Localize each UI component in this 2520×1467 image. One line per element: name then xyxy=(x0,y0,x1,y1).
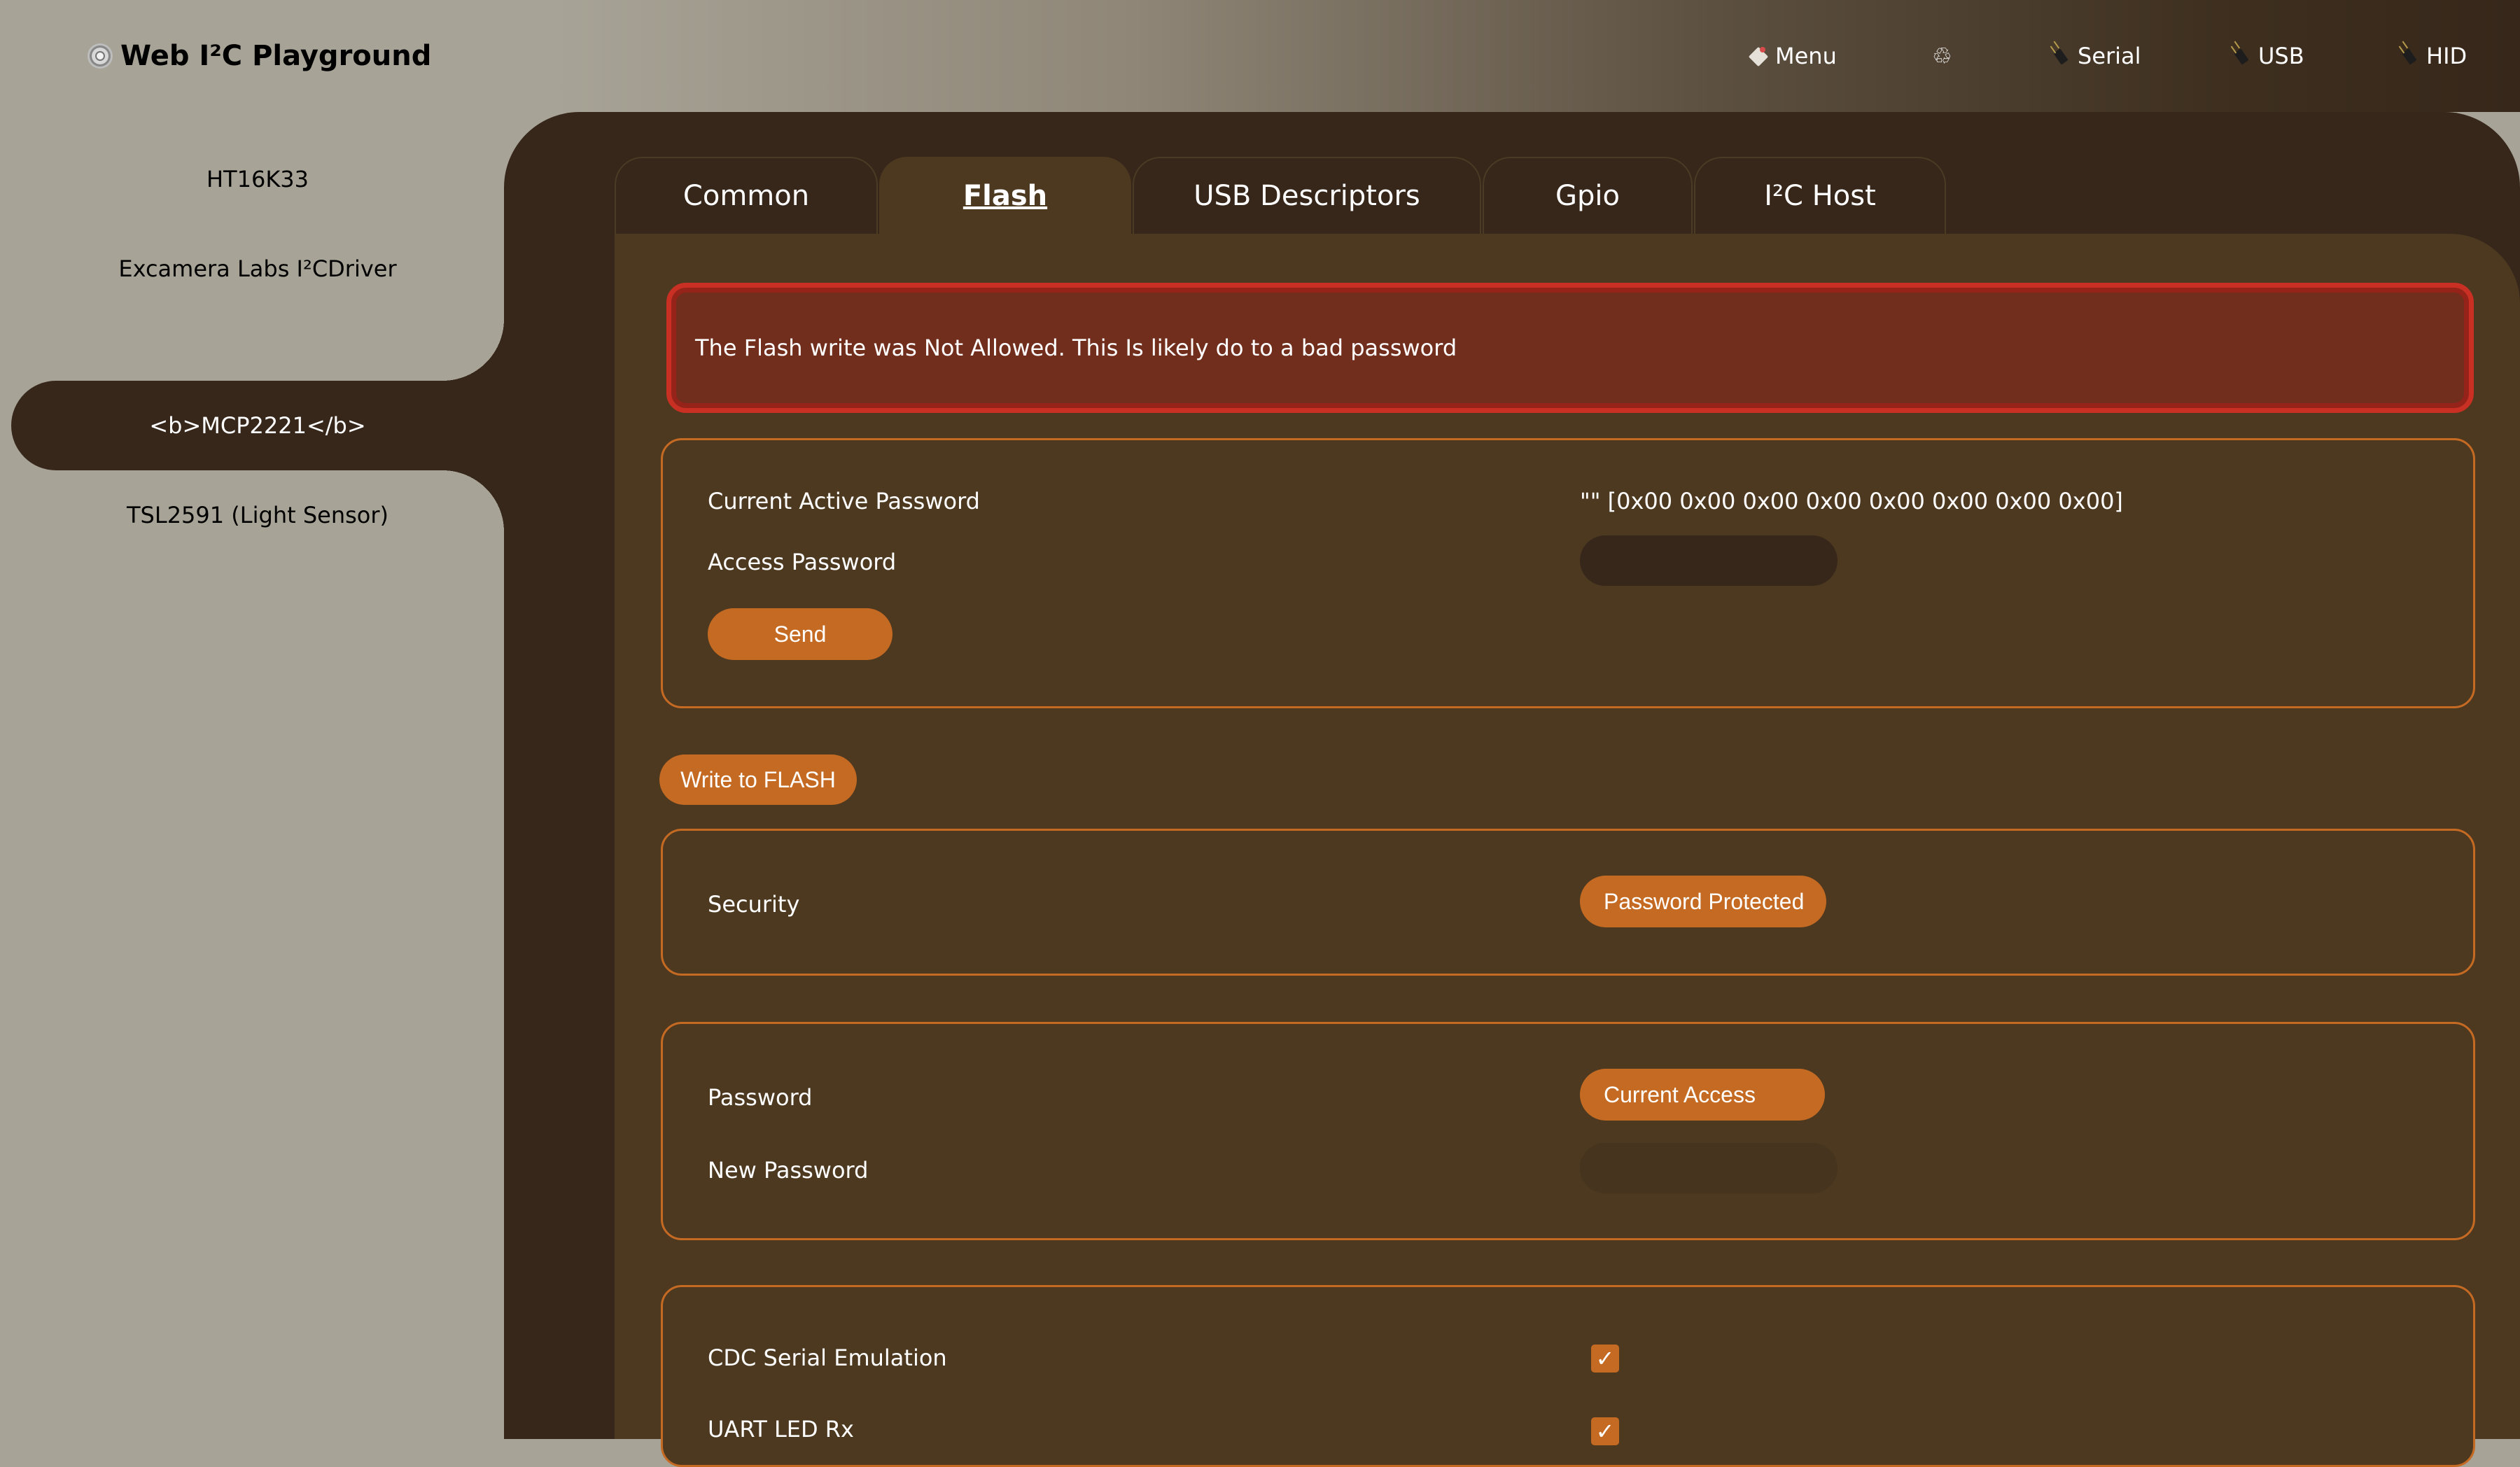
tab-usb-descriptors[interactable]: USB Descriptors xyxy=(1133,157,1481,234)
nav-menu-label: Menu xyxy=(1775,43,1837,69)
sidebar-item-label: TSL2591 (Light Sensor) xyxy=(127,502,388,528)
nav-usb-label: USB xyxy=(2258,43,2304,69)
password-card: Password Current Access New Password xyxy=(661,1022,2475,1240)
tab-bar: Common Flash USB Descriptors Gpio I²C Ho… xyxy=(615,157,1947,234)
security-label: Security xyxy=(708,891,800,918)
tab-gpio[interactable]: Gpio xyxy=(1483,157,1693,234)
sidebar-item-label: <b>MCP2221</b> xyxy=(149,412,366,439)
tab-label: USB Descriptors xyxy=(1194,180,1420,212)
menu-icon xyxy=(1750,45,1768,66)
cdc-serial-checkbox[interactable]: ✓ xyxy=(1591,1345,1619,1373)
new-password-label: New Password xyxy=(708,1157,869,1184)
nav-hid-label: HID xyxy=(2426,43,2468,69)
recycle-icon: ♲ xyxy=(1932,43,1952,69)
options-card: CDC Serial Emulation ✓ UART LED Rx ✓ xyxy=(661,1285,2475,1467)
nav-serial-label: Serial xyxy=(2078,43,2141,69)
app-brand[interactable]: Web I²C Playground xyxy=(90,36,431,76)
tab-label: Flash xyxy=(962,180,1048,212)
sidebar-item-mcp2221[interactable]: <b>MCP2221</b> xyxy=(11,381,504,470)
new-password-input[interactable] xyxy=(1580,1143,1837,1193)
sidebar-item-i2cdriver[interactable]: Excamera Labs I²CDriver xyxy=(11,224,504,314)
plug-icon xyxy=(2401,45,2419,66)
nav-serial[interactable]: Serial xyxy=(2052,36,2141,76)
error-alert: The Flash write was Not Allowed. This Is… xyxy=(666,283,2474,413)
tab-i2c-host[interactable]: I²C Host xyxy=(1694,157,1946,234)
tab-label: Common xyxy=(682,180,810,212)
sidebar-item-label: HT16K33 xyxy=(206,166,309,192)
access-password-card: Current Active Password "" [0x00 0x00 0x… xyxy=(661,438,2475,708)
access-password-input[interactable] xyxy=(1580,535,1837,586)
option-label: CDC Serial Emulation xyxy=(708,1345,947,1371)
security-select[interactable]: Password Protected xyxy=(1580,876,1826,927)
option-label: UART LED Rx xyxy=(708,1416,854,1443)
checkmark-icon: ✓ xyxy=(1595,1418,1615,1445)
nav-menu[interactable]: Menu xyxy=(1750,36,1837,76)
sidebar: HT16K33 Excamera Labs I²CDriver <b>MCP22… xyxy=(0,112,504,1439)
tab-label: Gpio xyxy=(1555,180,1620,212)
plug-icon xyxy=(2052,45,2071,66)
tab-label: I²C Host xyxy=(1764,180,1876,212)
plug-icon xyxy=(2233,45,2251,66)
app-title: Web I²C Playground xyxy=(120,40,432,72)
nav-hid[interactable]: HID xyxy=(2401,36,2467,76)
current-password-label: Current Active Password xyxy=(708,488,980,514)
sidebar-item-label: Excamera Labs I²CDriver xyxy=(118,255,397,282)
nav-usb[interactable]: USB xyxy=(2233,36,2304,76)
tab-common[interactable]: Common xyxy=(615,157,878,234)
current-password-value: "" [0x00 0x00 0x00 0x00 0x00 0x00 0x00 0… xyxy=(1580,488,2123,514)
password-mode-select[interactable]: Current Access xyxy=(1580,1069,1825,1121)
alert-message: The Flash write was Not Allowed. This Is… xyxy=(695,335,1457,361)
password-label: Password xyxy=(708,1084,813,1111)
sidebar-item-tsl2591[interactable]: TSL2591 (Light Sensor) xyxy=(11,470,504,560)
checkmark-icon: ✓ xyxy=(1595,1345,1615,1372)
send-button[interactable]: Send xyxy=(708,608,892,660)
gear-icon xyxy=(90,45,111,66)
sidebar-item-ht16k33[interactable]: HT16K33 xyxy=(11,134,504,224)
tab-flash[interactable]: Flash xyxy=(879,157,1131,234)
uart-led-rx-checkbox[interactable]: ✓ xyxy=(1591,1417,1619,1445)
nav-recycle[interactable]: ♲ xyxy=(1932,36,1952,76)
access-password-label: Access Password xyxy=(708,549,897,575)
write-flash-button[interactable]: Write to FLASH xyxy=(659,754,857,805)
security-card: Security Password Protected xyxy=(661,829,2475,976)
